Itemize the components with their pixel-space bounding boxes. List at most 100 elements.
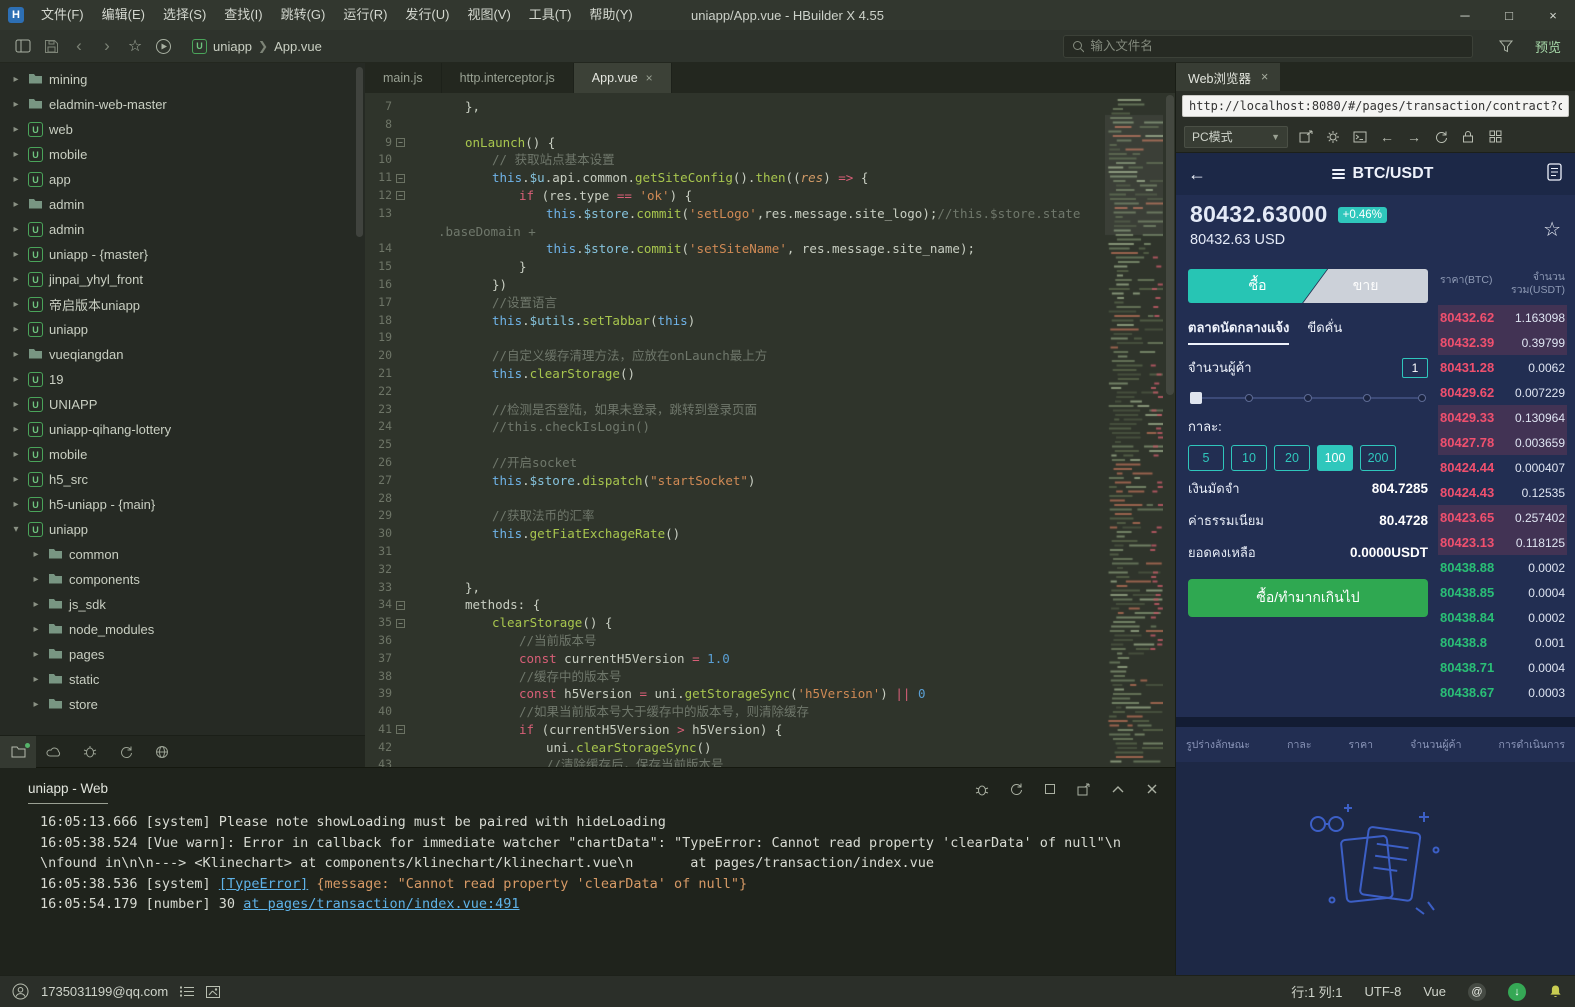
fold-icon[interactable]: − bbox=[396, 725, 405, 734]
back-icon[interactable]: ‹ bbox=[66, 34, 92, 58]
orderbook-row[interactable]: 80438.850.0004 bbox=[1438, 580, 1567, 605]
tree-item[interactable]: ▸mining bbox=[0, 67, 365, 92]
orderbook-row[interactable]: 80424.440.000407 bbox=[1438, 455, 1567, 480]
editor-scrollbar[interactable] bbox=[1166, 95, 1174, 395]
run-icon[interactable] bbox=[150, 34, 176, 58]
tree-item[interactable]: ▸Uadmin bbox=[0, 217, 365, 242]
code-area[interactable]: 7},89−onLaunch() {10// 获取站点基本设置11−this.$… bbox=[365, 93, 1175, 767]
period-option-button[interactable]: 10 bbox=[1231, 445, 1267, 471]
orderbook-row[interactable]: 80432.390.39799 bbox=[1438, 330, 1567, 355]
tree-item[interactable]: ▸common bbox=[0, 542, 365, 567]
slider-thumb[interactable] bbox=[1190, 392, 1202, 404]
menu-item[interactable]: 发行(U) bbox=[396, 0, 458, 30]
buy-button[interactable]: ซื้อ bbox=[1188, 269, 1327, 303]
language-mode[interactable]: Vue bbox=[1423, 984, 1446, 999]
orderbook-row[interactable]: 80432.621.163098 bbox=[1438, 305, 1567, 330]
orderbook-row[interactable]: 80424.430.12535 bbox=[1438, 480, 1567, 505]
chevron-right-icon[interactable]: ▸ bbox=[10, 174, 22, 185]
tree-item[interactable]: ▸node_modules bbox=[0, 617, 365, 642]
breadcrumb-file[interactable]: App.vue bbox=[274, 39, 322, 54]
orderbook-row[interactable]: 80438.880.0002 bbox=[1438, 555, 1567, 580]
period-option-button[interactable]: 5 bbox=[1188, 445, 1224, 471]
chevron-right-icon[interactable]: ▸ bbox=[10, 474, 22, 485]
tree-item[interactable]: ▸eladmin-web-master bbox=[0, 92, 365, 117]
menu-item[interactable]: 跳转(G) bbox=[272, 0, 335, 30]
orders-doc-icon[interactable] bbox=[1547, 163, 1563, 186]
collapse-icon[interactable] bbox=[1109, 780, 1127, 798]
layout-icon[interactable] bbox=[10, 34, 36, 58]
chevron-right-icon[interactable]: ▸ bbox=[10, 74, 22, 85]
nav-back-icon[interactable]: ← bbox=[1378, 128, 1396, 146]
stop-icon[interactable] bbox=[1041, 780, 1059, 798]
orderbook-row[interactable]: 80438.840.0002 bbox=[1438, 605, 1567, 630]
chevron-right-icon[interactable]: ▸ bbox=[10, 424, 22, 435]
menu-item[interactable]: 文件(F) bbox=[32, 0, 93, 30]
fold-icon[interactable]: − bbox=[396, 601, 405, 610]
maximize-button[interactable]: □ bbox=[1487, 0, 1531, 30]
tree-item[interactable]: ▸Uapp bbox=[0, 167, 365, 192]
chevron-right-icon[interactable]: ▸ bbox=[30, 699, 42, 710]
tree-item[interactable]: ▸pages bbox=[0, 642, 365, 667]
fold-icon[interactable]: − bbox=[396, 191, 405, 200]
traders-count-input[interactable]: 1 bbox=[1402, 358, 1428, 378]
bug-icon[interactable] bbox=[973, 780, 991, 798]
tree-item[interactable]: ▸Uuniapp bbox=[0, 317, 365, 342]
orderbook-row[interactable]: 80427.780.003659 bbox=[1438, 430, 1567, 455]
menu-item[interactable]: 选择(S) bbox=[154, 0, 215, 30]
close-button[interactable]: × bbox=[1531, 0, 1575, 30]
tree-item[interactable]: ▸Uuniapp-qihang-lottery bbox=[0, 417, 365, 442]
orderbook-row[interactable]: 80431.280.0062 bbox=[1438, 355, 1567, 380]
chevron-right-icon[interactable]: ▸ bbox=[10, 399, 22, 410]
period-option-button[interactable]: 200 bbox=[1360, 445, 1396, 471]
fold-icon[interactable]: − bbox=[396, 138, 405, 147]
editor-tab[interactable]: http.interceptor.js bbox=[442, 63, 574, 93]
chevron-right-icon[interactable]: ▸ bbox=[10, 499, 22, 510]
open-external-icon[interactable] bbox=[1297, 128, 1315, 146]
chevron-right-icon[interactable]: ▸ bbox=[30, 624, 42, 635]
order-type-tab[interactable]: ขีดคั่น bbox=[1307, 317, 1342, 345]
log-link[interactable]: [TypeError] bbox=[219, 876, 308, 892]
url-input[interactable] bbox=[1182, 95, 1569, 117]
tree-item[interactable]: ▸UUNIAPP bbox=[0, 392, 365, 417]
clear-icon[interactable] bbox=[1143, 780, 1161, 798]
back-arrow-icon[interactable]: ← bbox=[1188, 164, 1218, 185]
console-tab[interactable]: uniapp - Web bbox=[28, 781, 108, 804]
devtools-console-icon[interactable] bbox=[1351, 128, 1369, 146]
tree-item[interactable]: ▸components bbox=[0, 567, 365, 592]
chevron-right-icon[interactable]: ▸ bbox=[10, 299, 22, 310]
menu-item[interactable]: 工具(T) bbox=[520, 0, 581, 30]
breadcrumb-project[interactable]: uniapp bbox=[213, 39, 252, 54]
tree-item[interactable]: ▸js_sdk bbox=[0, 592, 365, 617]
editor-tab[interactable]: App.vue× bbox=[574, 63, 672, 93]
orderbook-row[interactable]: 80423.130.118125 bbox=[1438, 530, 1567, 555]
device-mode-select[interactable]: PC模式 ▼ bbox=[1184, 126, 1288, 148]
chevron-right-icon[interactable]: ▸ bbox=[10, 249, 22, 260]
debug-icon[interactable] bbox=[72, 736, 108, 768]
preview-button[interactable]: 预览 bbox=[1535, 37, 1561, 56]
chevron-right-icon[interactable]: ▸ bbox=[10, 374, 22, 385]
encoding[interactable]: UTF-8 bbox=[1365, 984, 1402, 999]
order-type-tab[interactable]: ตลาดนัดกลางแจ้ง bbox=[1188, 317, 1289, 345]
tree-item[interactable]: ▸Uh5_src bbox=[0, 467, 365, 492]
account-email[interactable]: 1735031199@qq.com bbox=[41, 984, 168, 999]
cloud-icon[interactable] bbox=[36, 736, 72, 768]
chevron-right-icon[interactable]: ▸ bbox=[30, 674, 42, 685]
refresh-icon[interactable] bbox=[1432, 128, 1450, 146]
chevron-right-icon[interactable]: ▸ bbox=[10, 349, 22, 360]
orderbook-row[interactable]: 80438.670.0003 bbox=[1438, 680, 1567, 705]
period-option-button[interactable]: 20 bbox=[1274, 445, 1310, 471]
orderbook-row[interactable]: 80429.620.007229 bbox=[1438, 380, 1567, 405]
files-icon[interactable] bbox=[0, 736, 36, 768]
chevron-right-icon[interactable]: ▸ bbox=[30, 574, 42, 585]
editor-tab[interactable]: main.js bbox=[365, 63, 442, 93]
fold-icon[interactable]: − bbox=[396, 619, 405, 628]
sync-icon[interactable] bbox=[108, 736, 144, 768]
export-icon[interactable] bbox=[1075, 780, 1093, 798]
period-option-button[interactable]: 100 bbox=[1317, 445, 1353, 471]
chevron-right-icon[interactable]: ▸ bbox=[10, 224, 22, 235]
favorite-star-icon[interactable]: ☆ bbox=[122, 34, 148, 58]
favorite-icon[interactable]: ☆ bbox=[1543, 217, 1561, 242]
tree-item[interactable]: ▸Umobile bbox=[0, 142, 365, 167]
cursor-position[interactable]: 行:1 列:1 bbox=[1291, 982, 1342, 1001]
tree-item[interactable]: ▸Uuniapp - {master} bbox=[0, 242, 365, 267]
